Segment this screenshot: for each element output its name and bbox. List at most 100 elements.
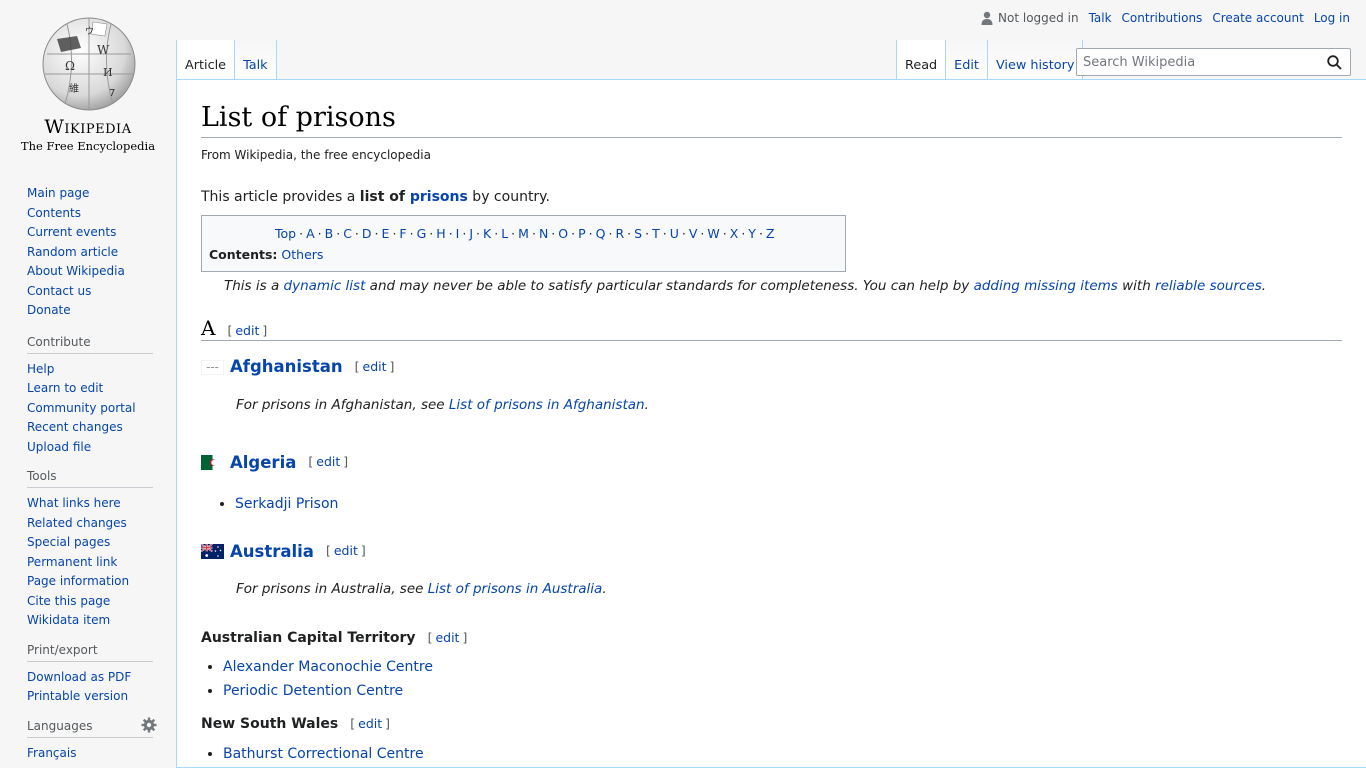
toc-letter-link[interactable]: T — [652, 226, 660, 241]
sidebar-item-cite-this-page[interactable]: Cite this page — [27, 594, 110, 608]
toc-separator: · — [494, 226, 499, 242]
list-of-prisons-australia-link[interactable]: List of prisons in Australia — [428, 581, 603, 597]
toc-letter-link[interactable]: P — [578, 226, 586, 241]
sidebar-item-contents[interactable]: Contents — [27, 206, 81, 220]
tab-article[interactable]: Article — [176, 40, 236, 80]
toc-letter-link[interactable]: U — [670, 226, 679, 241]
toc-letter-link[interactable]: H — [436, 226, 445, 241]
sidebar-item-what-links-here[interactable]: What links here — [27, 496, 121, 510]
sidebar-item-permanent-link[interactable]: Permanent link — [27, 555, 117, 569]
edit-link[interactable]: edit — [334, 543, 358, 558]
toc-separator: · — [722, 226, 727, 242]
toc-separator: · — [462, 226, 467, 242]
toc-letter-link[interactable]: Z — [766, 226, 775, 241]
sidebar-item-random-article[interactable]: Random article — [27, 245, 118, 259]
toc-separator: · — [608, 226, 613, 242]
toc-letter-link[interactable]: L — [501, 226, 508, 241]
toc-letter-link[interactable]: Y — [748, 226, 756, 241]
algeria-link[interactable]: Algeria — [230, 451, 296, 474]
personal-tools: Not logged in Talk Contributions Create … — [981, 11, 1350, 25]
sidebar-item-wikidata-item[interactable]: Wikidata item — [27, 613, 110, 627]
sidebar-item-upload-file[interactable]: Upload file — [27, 440, 91, 454]
toc-letter-link[interactable]: B — [325, 226, 334, 241]
edit-link[interactable]: edit — [316, 454, 340, 469]
toc-letter-link[interactable]: C — [343, 226, 352, 241]
toc-letter-link[interactable]: N — [539, 226, 548, 241]
tab-read[interactable]: Read — [896, 40, 947, 80]
reliable-sources-link[interactable]: reliable sources — [1155, 278, 1262, 294]
toc-letter-link[interactable]: O — [558, 226, 568, 241]
toc-letter-link[interactable]: W — [707, 226, 719, 241]
toc-letter-link[interactable]: J — [469, 226, 473, 241]
australia-link[interactable]: Australia — [230, 540, 314, 563]
toc-letter-link[interactable]: M — [518, 226, 529, 241]
search-input[interactable] — [1077, 49, 1317, 75]
prisons-link[interactable]: prisons — [410, 189, 468, 205]
act-prison-list: Alexander Maconochie Centre Periodic Det… — [223, 655, 1342, 703]
tab-edit[interactable]: Edit — [946, 40, 988, 80]
toc-letter-link[interactable]: Top — [275, 226, 296, 241]
toc-letter-link[interactable]: I — [456, 226, 460, 241]
sidebar-item-main-page[interactable]: Main page — [27, 186, 89, 200]
prison-link[interactable]: Alexander Maconochie Centre — [223, 659, 433, 675]
edit-link[interactable]: edit — [358, 716, 382, 731]
sidebar-item-donate[interactable]: Donate — [27, 303, 71, 317]
country-heading-algeria: Algeria [edit] — [201, 451, 1342, 474]
edit-section-afghanistan: [edit] — [354, 359, 395, 375]
edit-link[interactable]: edit — [235, 323, 259, 338]
sidebar-item-download-pdf[interactable]: Download as PDF — [27, 670, 131, 684]
sidebar-item-contact-us[interactable]: Contact us — [27, 284, 91, 298]
wordmark: Wikipedia — [44, 116, 132, 138]
sidebar-item-about-wikipedia[interactable]: About Wikipedia — [27, 264, 125, 278]
toc-letter-link[interactable]: K — [483, 226, 491, 241]
dynamic-list-link[interactable]: dynamic list — [284, 278, 366, 294]
view-tabs: Read Edit View history — [896, 40, 1084, 80]
toc-letter-link[interactable]: X — [730, 226, 739, 241]
sidebar-item-recent-changes[interactable]: Recent changes — [27, 420, 123, 434]
svg-text:ウ: ウ — [85, 26, 94, 37]
portal-heading-tools: Tools — [27, 469, 153, 488]
log-in-link[interactable]: Log in — [1314, 11, 1350, 25]
edit-link[interactable]: edit — [363, 359, 387, 374]
afghanistan-link[interactable]: Afghanistan — [230, 355, 343, 378]
toc-letter-link[interactable]: G — [417, 226, 427, 241]
compact-toc: Top · A · B · C · D · E · F · G · H · I · J · K · L · M · N · O · P · Q · R ·… — [201, 215, 846, 273]
toc-letter-link[interactable]: D — [362, 226, 372, 241]
sidebar-item-special-pages[interactable]: Special pages — [27, 535, 110, 549]
adding-missing-items-link[interactable]: adding missing items — [974, 278, 1118, 294]
list-of-prisons-afghanistan-link[interactable]: List of prisons in Afghanistan — [449, 397, 645, 413]
prison-link[interactable]: Periodic Detention Centre — [223, 683, 403, 699]
prison-link[interactable]: Serkadji Prison — [235, 496, 338, 512]
languages-heading-label: Languages — [27, 718, 93, 733]
talk-link[interactable]: Talk — [1089, 11, 1112, 25]
toc-letter-link[interactable]: F — [399, 226, 406, 241]
toc-letter-link[interactable]: V — [689, 226, 698, 241]
toc-letter-link[interactable]: R — [615, 226, 624, 241]
sidebar-item-learn-to-edit[interactable]: Learn to edit — [27, 381, 103, 395]
sidebar-item-community-portal[interactable]: Community portal — [27, 401, 136, 415]
sidebar-item-language-francais[interactable]: Français — [27, 746, 76, 760]
sidebar-item-current-events[interactable]: Current events — [27, 225, 116, 239]
sidebar-item-related-changes[interactable]: Related changes — [27, 516, 127, 530]
tab-talk[interactable]: Talk — [235, 40, 277, 80]
sidebar-item-printable-version[interactable]: Printable version — [27, 689, 128, 703]
list-item: Alexander Maconochie Centre — [223, 655, 1342, 679]
sidebar-item-help[interactable]: Help — [27, 362, 54, 376]
svg-text:Ω: Ω — [65, 59, 75, 73]
toc-letter-link[interactable]: S — [634, 226, 642, 241]
toc-link-others[interactable]: Others — [281, 247, 323, 262]
contributions-link[interactable]: Contributions — [1122, 11, 1203, 25]
toc-letter-link[interactable]: Q — [596, 226, 606, 241]
toc-letter-link[interactable]: E — [382, 226, 390, 241]
toc-separator: · — [511, 226, 516, 242]
edit-link[interactable]: edit — [435, 630, 459, 645]
search-icon[interactable] — [1327, 55, 1342, 70]
tab-view-history[interactable]: View history — [987, 40, 1084, 80]
toc-letter-link[interactable]: A — [306, 226, 315, 241]
wikipedia-logo[interactable]: Ω W И 維 7 ウ Wikipedia The Free Encyclope… — [0, 0, 176, 160]
gear-icon[interactable] — [141, 717, 157, 733]
svg-text:~~~: ~~~ — [206, 365, 219, 371]
create-account-link[interactable]: Create account — [1212, 11, 1304, 25]
sidebar-item-page-information[interactable]: Page information — [27, 574, 129, 588]
prison-link[interactable]: Bathurst Correctional Centre — [223, 746, 424, 762]
